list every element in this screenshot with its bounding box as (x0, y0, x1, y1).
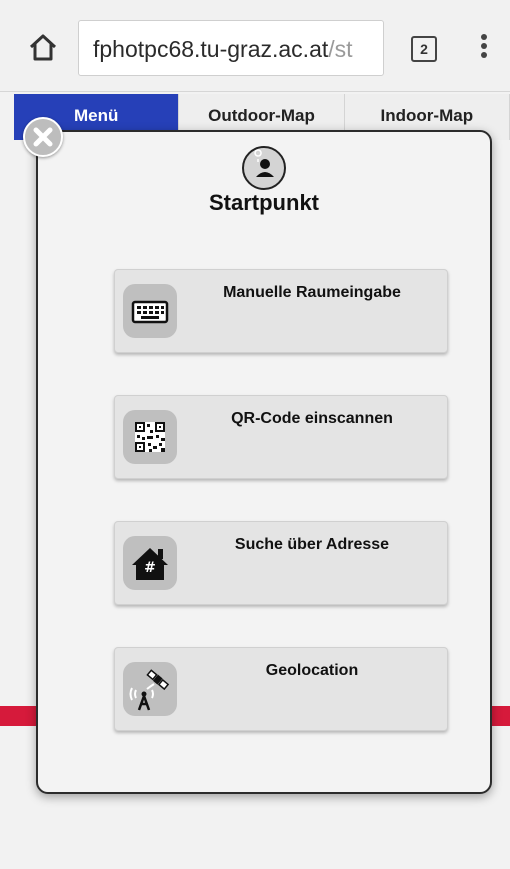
modal-title: Startpunkt (209, 190, 319, 215)
browser-toolbar: fphotpc68.tu-graz.ac.at/st 2 (0, 0, 510, 92)
start-point-dialog: Startpunkt Manuelle Raumeingabe QR-Code … (36, 130, 492, 794)
option-label: QR-Code einscannen (231, 410, 393, 427)
map-stripe-left (0, 706, 40, 726)
home-icon[interactable] (28, 32, 58, 62)
url-bar[interactable]: fphotpc68.tu-graz.ac.at/st (78, 20, 384, 76)
option-label: Suche über Adresse (234, 536, 390, 553)
option-label: Manuelle Raumeingabe (223, 284, 401, 301)
overflow-menu-icon[interactable] (478, 34, 490, 62)
url-path: /st (328, 36, 353, 62)
tab-switcher-button[interactable]: 2 (411, 36, 437, 62)
close-modal-button[interactable] (23, 117, 63, 157)
keyboard-icon (123, 284, 177, 338)
person-location-icon (242, 146, 286, 190)
search-by-address-button[interactable]: # Suche über Adresse (114, 521, 448, 605)
geolocation-button[interactable]: Geolocation (114, 647, 448, 731)
option-label: Geolocation (265, 662, 359, 679)
qr-code-scan-button[interactable]: QR-Code einscannen (114, 395, 448, 479)
close-icon (33, 127, 53, 147)
url-host: fphotpc68.tu-graz.ac.at (93, 36, 329, 62)
house-address-icon: # (123, 536, 177, 590)
qr-code-icon (123, 410, 177, 464)
manual-room-entry-button[interactable]: Manuelle Raumeingabe (114, 269, 448, 353)
satellite-tower-icon (123, 662, 177, 716)
svg-text:#: # (144, 560, 156, 576)
